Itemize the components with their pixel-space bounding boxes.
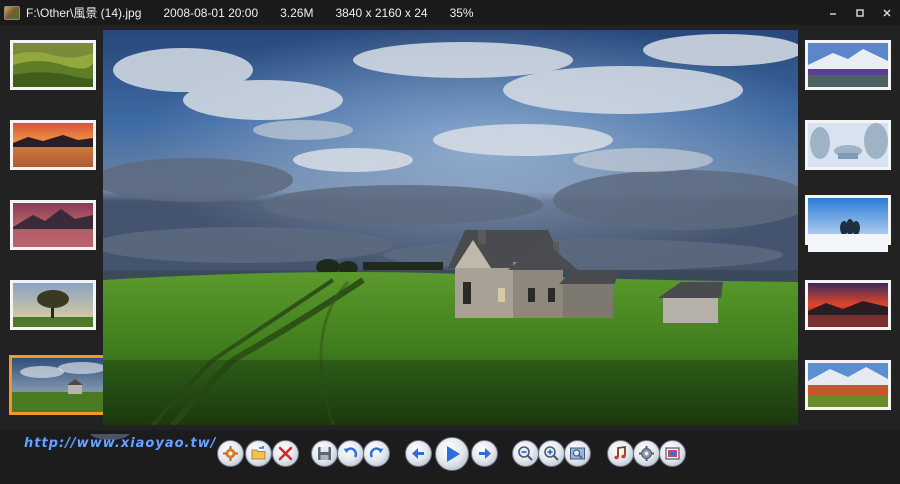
thumbnail-image <box>13 203 93 247</box>
music-icon <box>614 445 626 460</box>
title-bar: F:\Other\風景 (14).jpg 2008-08-01 20:00 3.… <box>0 0 900 25</box>
close-icon <box>883 9 890 16</box>
music-button[interactable] <box>607 440 634 467</box>
fit-to-window-icon <box>570 447 585 460</box>
next-button[interactable] <box>471 440 498 467</box>
thumbnail-lone-tree[interactable] <box>10 280 96 330</box>
window-controls <box>819 0 900 25</box>
thumbnail-snow-forest[interactable] <box>805 120 891 170</box>
thumbnail-autumn-valley[interactable] <box>805 360 891 410</box>
app-icon <box>4 5 20 20</box>
fit-to-window-button[interactable] <box>564 440 591 467</box>
maximize-icon <box>855 8 864 17</box>
options-button[interactable] <box>633 440 660 467</box>
delete-button[interactable] <box>272 440 299 467</box>
thumbnail-image <box>13 43 96 87</box>
zoom-level: 35% <box>449 5 474 20</box>
maximize-button[interactable] <box>846 0 873 25</box>
thumbnail-image <box>808 123 888 167</box>
thumbnail-flower-meadow[interactable] <box>805 40 891 90</box>
thumbnail-image <box>808 363 888 407</box>
file-size: 3.26M <box>280 5 314 20</box>
options-icon <box>639 446 654 461</box>
zoom-in-button[interactable] <box>538 440 565 467</box>
fullscreen-button[interactable] <box>659 440 686 467</box>
rotate-right-icon <box>369 447 384 458</box>
rotate-left-button[interactable] <box>337 440 364 467</box>
zoom-out-button[interactable] <box>512 440 539 467</box>
image-resolution: 3840 x 2160 x 24 <box>335 5 428 20</box>
save-button[interactable] <box>311 440 338 467</box>
thumbnail-snow-trees-blue[interactable] <box>805 195 891 252</box>
watermark-url: http://www.xiaoyao.tw/ <box>24 436 217 451</box>
viewer-stage <box>0 25 900 430</box>
settings-button[interactable] <box>217 440 244 467</box>
play-slideshow-button[interactable] <box>435 437 469 471</box>
thumbnail-image <box>13 123 93 167</box>
previous-button[interactable] <box>405 440 432 467</box>
minimize-button[interactable] <box>819 0 846 25</box>
thumbnail-mountain-reflection[interactable] <box>10 200 96 250</box>
minimize-icon <box>829 12 836 15</box>
save-icon <box>318 447 331 460</box>
open-folder-button[interactable] <box>245 440 272 467</box>
delete-icon <box>278 446 293 461</box>
zoom-out-icon <box>518 446 533 461</box>
play-slideshow-icon <box>447 446 460 462</box>
thumbnail-image <box>13 283 93 327</box>
thumbnail-farmhouse-active[interactable] <box>9 355 115 415</box>
thumbnail-sunset-lake[interactable] <box>10 120 96 170</box>
thumbnail-red-sunset[interactable] <box>805 280 891 330</box>
thumbnail-image <box>808 198 888 252</box>
open-folder-icon <box>251 446 266 460</box>
file-path: F:\Other\風景 (14).jpg <box>26 6 142 20</box>
close-button[interactable] <box>873 0 900 25</box>
rotate-right-button[interactable] <box>363 440 390 467</box>
zoom-in-icon <box>544 446 559 461</box>
landscape-photo <box>103 30 798 425</box>
rotate-left-icon <box>343 447 358 458</box>
main-image[interactable] <box>103 30 798 425</box>
bottom-toolbar: http://www.xiaoyao.tw/ <box>0 430 900 484</box>
settings-gear-icon <box>223 446 238 461</box>
thumbnail-image <box>808 283 888 327</box>
next-icon <box>479 448 491 459</box>
thumbnail-image <box>12 358 112 412</box>
previous-icon <box>412 448 424 459</box>
file-date: 2008-08-01 20:00 <box>163 5 259 20</box>
fullscreen-icon <box>665 447 680 460</box>
thumbnail-image <box>808 43 888 87</box>
thumbnail-green-hills[interactable] <box>10 40 96 90</box>
